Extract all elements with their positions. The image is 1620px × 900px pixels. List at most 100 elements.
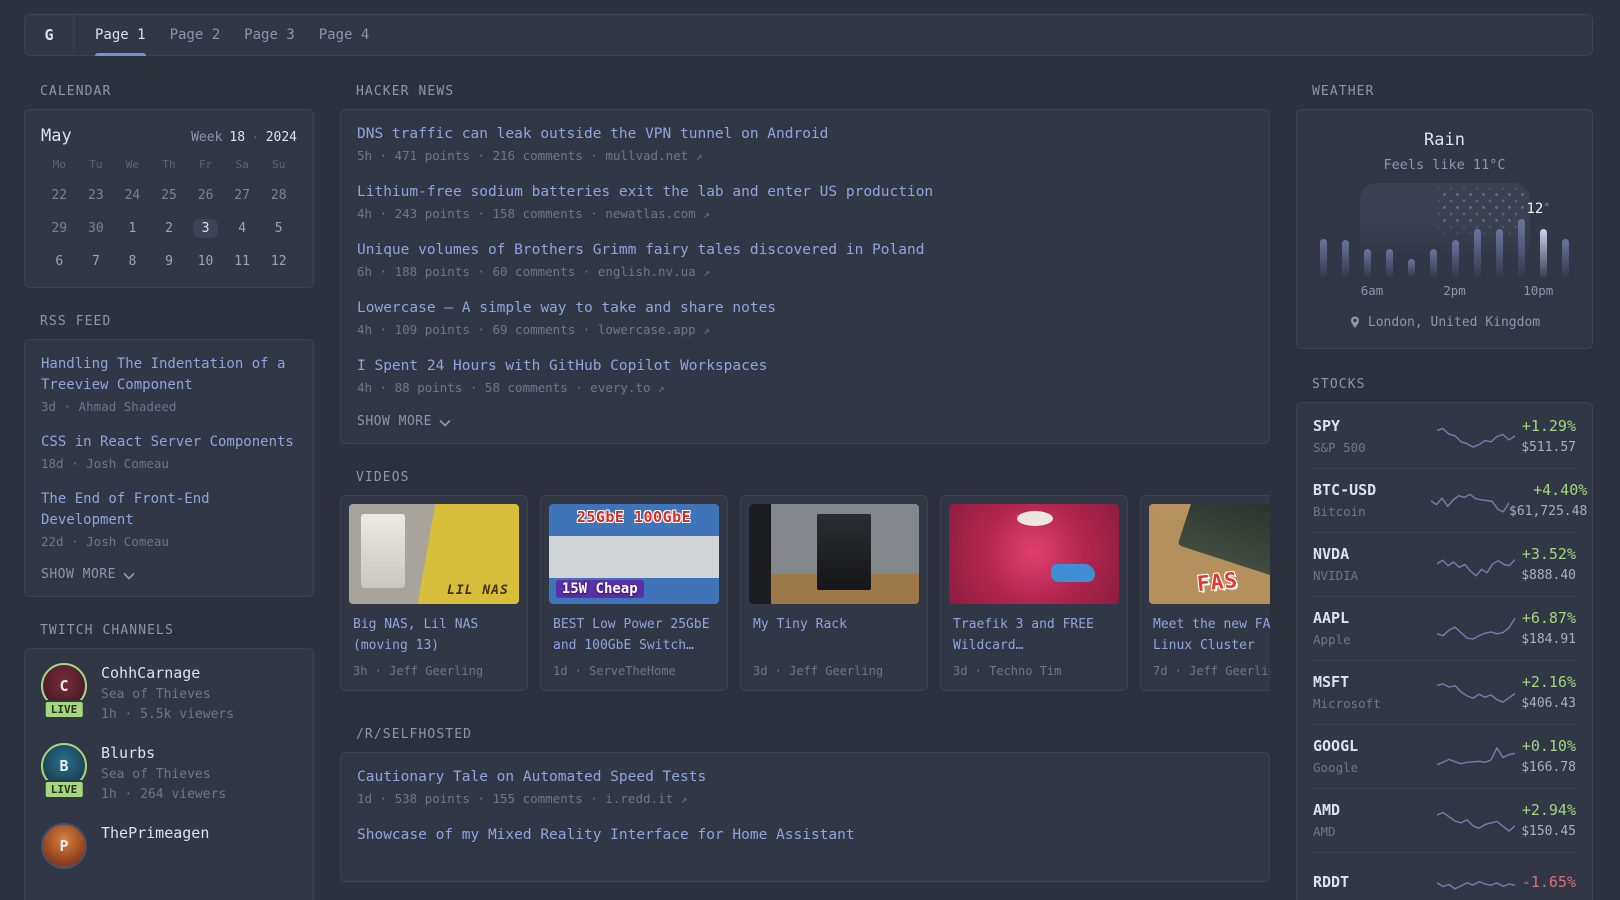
stock-symbol[interactable]: BTC-USD bbox=[1313, 481, 1431, 500]
calendar-day: 8 bbox=[128, 253, 137, 269]
hn-item-domain[interactable]: lowercase.app bbox=[598, 322, 696, 337]
hn-item-title[interactable]: Unique volumes of Brothers Grimm fairy t… bbox=[357, 240, 1253, 261]
rss-item-title[interactable]: CSS in React Server Components bbox=[41, 432, 297, 453]
twitch-channel-row: B LIVE Blurbs Sea of Thieves 1h · 264 vi… bbox=[41, 743, 297, 805]
weekday-label: Sa bbox=[235, 158, 249, 171]
app-logo[interactable]: G bbox=[25, 15, 73, 55]
video-title[interactable]: Traefik 3 and FREE Wildcard… bbox=[953, 614, 1115, 656]
rss-item-title[interactable]: Handling The Indentation of a Treeview C… bbox=[41, 354, 297, 396]
stock-symbol[interactable]: AMD bbox=[1313, 801, 1431, 820]
video-thumbnail[interactable]: LIL NAS bbox=[349, 504, 519, 604]
list-item: Cautionary Tale on Automated Speed Tests… bbox=[357, 767, 1253, 810]
hn-item-title[interactable]: I Spent 24 Hours with GitHub Copilot Wor… bbox=[357, 356, 1253, 377]
list-item: Unique volumes of Brothers Grimm fairy t… bbox=[357, 240, 1253, 283]
video-card: LIL NAS Big NAS, Lil NAS (moving 13) 3h … bbox=[340, 495, 528, 691]
reddit-item-domain[interactable]: i.redd.it bbox=[605, 791, 673, 806]
video-thumbnail[interactable] bbox=[949, 504, 1119, 604]
video-thumbnail[interactable]: 25GbE 100GbE 15W Cheap bbox=[549, 504, 719, 604]
calendar-day-selected: 3 bbox=[187, 216, 224, 240]
video-meta: 3h · Jeff Geerling bbox=[353, 664, 484, 678]
stock-row: NVDA NVIDIA +3.52% $888.40 bbox=[1313, 532, 1576, 596]
weekday-label: Mo bbox=[52, 158, 66, 171]
tab-page-3[interactable]: Page 3 bbox=[244, 15, 295, 55]
calendar-week-info: Week 18 · 2024 bbox=[191, 130, 297, 145]
weather-bar bbox=[1319, 239, 1327, 277]
video-title[interactable]: Big NAS, Lil NAS (moving 13) bbox=[353, 614, 515, 656]
hn-item-domain[interactable]: newatlas.com bbox=[605, 206, 695, 221]
stock-symbol[interactable]: AAPL bbox=[1313, 609, 1431, 628]
stock-change: +0.10% bbox=[1521, 737, 1576, 755]
external-link-icon: ↗ bbox=[703, 324, 710, 337]
hn-show-more-button[interactable]: SHOW MORE bbox=[357, 414, 1253, 429]
hn-item-domain[interactable]: every.to bbox=[590, 380, 650, 395]
stock-price: $888.40 bbox=[1521, 568, 1576, 583]
video-title[interactable]: BEST Low Power 25GbE and 100GbE Switch… bbox=[553, 614, 715, 656]
columns: CALENDAR May Week 18 · 2024 Mo Tu We Th … bbox=[24, 84, 1593, 900]
video-title[interactable]: My Tiny Rack bbox=[753, 614, 915, 656]
weather-bar bbox=[1562, 239, 1570, 277]
twitch-viewers: 1h · 264 viewers bbox=[101, 787, 227, 802]
hn-item-title[interactable]: Lithium-free sodium batteries exit the l… bbox=[357, 182, 1253, 203]
video-title[interactable]: Meet the new FASTEST Linux Cluster bbox=[1153, 614, 1270, 656]
calendar-day: 2 bbox=[165, 220, 173, 236]
weather-card: Rain Feels like 11°C 12° 6am 2pm 10pm Lo… bbox=[1296, 109, 1593, 349]
rss-show-more-button[interactable]: SHOW MORE bbox=[41, 567, 297, 582]
stock-symbol[interactable]: SPY bbox=[1313, 417, 1431, 436]
hn-item-title[interactable]: Lowercase – A simple way to take and sha… bbox=[357, 298, 1253, 319]
calendar-card: May Week 18 · 2024 Mo Tu We Th Fr Sa Su … bbox=[24, 109, 314, 288]
twitch-channel-name[interactable]: ThePrimeagen bbox=[101, 823, 209, 843]
rss-item-meta: 18d · Josh Comeau bbox=[41, 456, 169, 471]
rss-item-meta: 3d · Ahmad Shadeed bbox=[41, 399, 177, 414]
twitch-channel-name[interactable]: Blurbs bbox=[101, 743, 226, 763]
twitch-avatar[interactable]: C LIVE bbox=[41, 663, 87, 719]
tab-page-4[interactable]: Page 4 bbox=[319, 15, 370, 55]
weather-bar bbox=[1341, 240, 1349, 277]
reddit-item-title[interactable]: Cautionary Tale on Automated Speed Tests bbox=[357, 767, 1253, 788]
docker-whale-graphic bbox=[1051, 564, 1096, 582]
stock-symbol[interactable]: GOOGL bbox=[1313, 737, 1431, 756]
reddit-item-title[interactable]: Showcase of my Mixed Reality Interface f… bbox=[357, 825, 1253, 846]
stocks-section: STOCKS SPY S&P 500 +1.29% $511.57 BTC-USD B… bbox=[1296, 377, 1593, 900]
calendar-day: 29 bbox=[51, 220, 68, 236]
stocks-section-label: STOCKS bbox=[1312, 377, 1366, 392]
live-badge: LIVE bbox=[43, 700, 85, 719]
video-card: FAS Meet the new FASTEST Linux Cluster 7… bbox=[1140, 495, 1270, 691]
center-column: HACKER NEWS DNS traffic can leak outside… bbox=[340, 84, 1270, 900]
calendar-day: 26 bbox=[197, 187, 214, 203]
hn-item-title[interactable]: DNS traffic can leak outside the VPN tun… bbox=[357, 124, 1253, 145]
rss-card: Handling The Indentation of a Treeview C… bbox=[24, 339, 314, 597]
videos-section: VIDEOS LIL NAS Big NAS, Lil NAS (moving … bbox=[340, 470, 1270, 691]
stock-row: AMD AMD +2.94% $150.45 bbox=[1313, 788, 1576, 852]
reddit-item-meta: 1d · 538 points · 155 comments · i.redd.… bbox=[357, 791, 688, 806]
external-link-icon: ↗ bbox=[703, 208, 710, 221]
twitch-avatar[interactable]: B LIVE bbox=[41, 743, 87, 799]
weather-chart: 12° bbox=[1319, 183, 1570, 277]
weekday-label: Fr bbox=[198, 158, 213, 171]
video-thumbnail[interactable] bbox=[749, 504, 919, 604]
external-link-icon: ↗ bbox=[658, 382, 665, 395]
hn-item-domain[interactable]: english.nv.ua bbox=[598, 264, 696, 279]
stock-symbol[interactable]: MSFT bbox=[1313, 673, 1431, 692]
stock-price: $511.57 bbox=[1521, 440, 1576, 455]
hn-item-domain[interactable]: mullvad.net bbox=[605, 148, 688, 163]
list-item: CSS in React Server Components 18d · Jos… bbox=[41, 432, 297, 474]
stock-change: -1.65% bbox=[1521, 873, 1576, 891]
stock-symbol[interactable]: RDDT bbox=[1313, 873, 1431, 892]
tab-page-2[interactable]: Page 2 bbox=[170, 15, 221, 55]
tab-page-1[interactable]: Page 1 bbox=[95, 15, 146, 56]
hn-item-meta: 4h · 109 points · 69 comments · lowercas… bbox=[357, 322, 710, 337]
calendar-header: May Week 18 · 2024 bbox=[41, 126, 297, 146]
twitch-game[interactable]: Sea of Thieves bbox=[101, 685, 234, 705]
rss-item-title[interactable]: The End of Front-End Development bbox=[41, 489, 297, 531]
x-label: 6am bbox=[1360, 283, 1384, 298]
video-thumbnail[interactable]: FAS bbox=[1149, 504, 1270, 604]
twitch-channel-name[interactable]: CohhCarnage bbox=[101, 663, 234, 683]
video-meta: 3d · Techno Tim bbox=[953, 664, 1062, 678]
twitch-avatar[interactable]: P bbox=[41, 823, 87, 875]
list-item: I Spent 24 Hours with GitHub Copilot Wor… bbox=[357, 356, 1253, 399]
twitch-game[interactable]: Sea of Thieves bbox=[101, 765, 226, 785]
stock-sparkline bbox=[1431, 486, 1509, 516]
stock-price: $184.91 bbox=[1521, 632, 1576, 647]
stock-symbol[interactable]: NVDA bbox=[1313, 545, 1431, 564]
stock-name: S&P 500 bbox=[1313, 440, 1366, 455]
